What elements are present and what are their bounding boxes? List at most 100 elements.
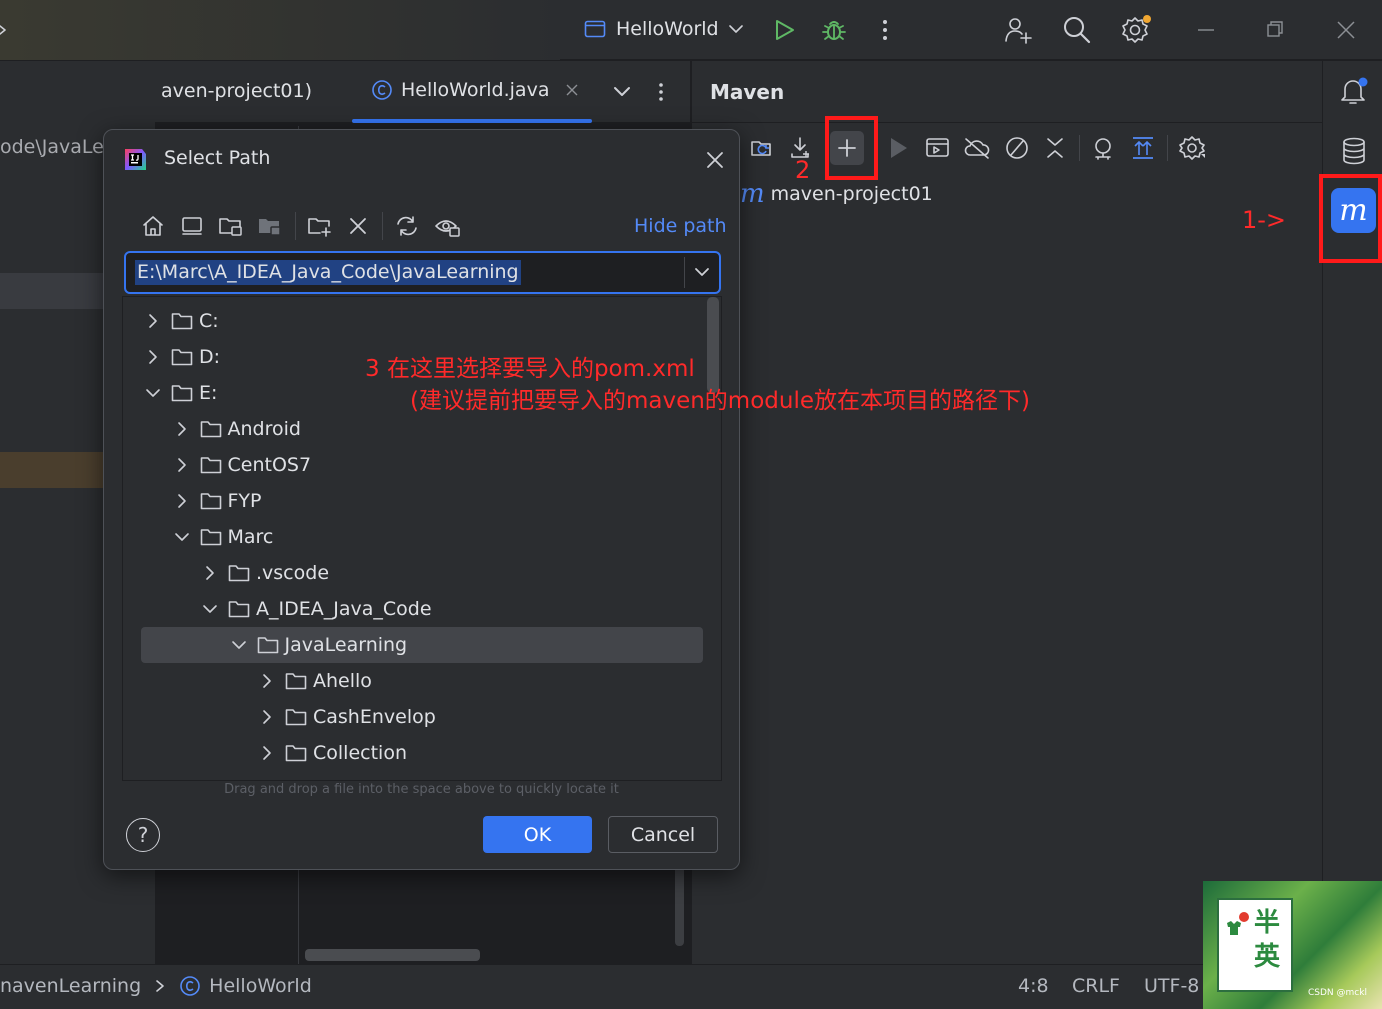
folder-icon [200, 493, 221, 510]
add-user-icon[interactable] [1003, 15, 1033, 45]
show-hidden-icon[interactable] [434, 214, 462, 238]
tree-node[interactable]: Marc [174, 519, 273, 555]
tree-node[interactable]: Ahello [259, 663, 372, 699]
run-icon[interactable] [772, 18, 796, 42]
chevron-right-icon[interactable] [174, 493, 190, 509]
database-icon[interactable] [1340, 136, 1368, 166]
tree-node[interactable]: Collection [259, 735, 407, 771]
home-icon[interactable] [141, 214, 165, 238]
show-dependencies-icon[interactable] [1090, 135, 1116, 161]
tree-node[interactable]: A_IDEA_Java_Code [202, 591, 432, 627]
tree-node[interactable]: JavaLearning [231, 627, 407, 663]
tab-maven-project[interactable]: aven-project01) [161, 80, 312, 102]
more-icon[interactable] [878, 18, 892, 42]
highlighted-row[interactable] [0, 452, 103, 488]
hide-path-link[interactable]: Hide path [634, 215, 727, 237]
tree-node[interactable]: .vscode [202, 555, 329, 591]
tab-helloworld[interactable]: HelloWorld.java [371, 79, 579, 101]
notifications-icon[interactable] [1339, 75, 1369, 107]
maven-title: Maven [710, 80, 785, 104]
settings-icon[interactable] [1179, 134, 1207, 162]
search-icon[interactable] [1062, 15, 1092, 45]
close-icon[interactable] [706, 151, 724, 169]
project-folder-icon[interactable] [218, 214, 244, 238]
chevron-right-icon[interactable] [259, 709, 275, 725]
chevron-right-icon[interactable] [202, 565, 218, 581]
chevron-down-icon[interactable] [174, 529, 190, 545]
chevron-right-icon[interactable] [259, 673, 275, 689]
debug-icon[interactable] [821, 17, 847, 43]
brand-logo: 半 英 [1217, 898, 1293, 992]
breadcrumb-class[interactable]: HelloWorld [179, 975, 312, 997]
folder-icon [171, 313, 193, 330]
tree-node[interactable]: CentOS7 [174, 447, 311, 483]
reload-icon[interactable] [749, 135, 775, 161]
tree-node[interactable]: D: [145, 339, 220, 375]
offline-icon[interactable] [963, 135, 991, 161]
select-path-dialog: Select Path Hide path E:\Marc\A_IDEA_Jav… [103, 129, 740, 870]
run-icon[interactable] [887, 135, 911, 161]
settings-icon[interactable] [1120, 13, 1154, 45]
annotation-step-1: 1-> [1242, 206, 1287, 234]
selected-row[interactable] [0, 273, 103, 309]
maven-project-row[interactable]: m maven-project01 [740, 181, 933, 207]
run-config-label: HelloWorld [616, 18, 719, 40]
chevron-down-icon[interactable] [231, 637, 247, 653]
folder-icon [285, 745, 307, 762]
run-config-icon [584, 20, 606, 38]
module-folder-icon[interactable] [257, 214, 283, 238]
tree-node-label: Ahello [313, 670, 372, 692]
horizontal-scrollbar[interactable] [305, 949, 480, 961]
chevron-right-icon[interactable] [174, 421, 190, 437]
desktop-icon[interactable] [180, 214, 204, 238]
breadcrumb-module[interactable]: navenLearning [0, 975, 141, 997]
chevron-down-icon[interactable] [694, 267, 710, 279]
maven-project-label: maven-project01 [770, 183, 933, 205]
file-encoding[interactable]: UTF-8 [1144, 975, 1199, 997]
chevron-down-icon[interactable] [202, 601, 218, 617]
close-tab-icon[interactable] [565, 83, 579, 97]
chevron-right-icon[interactable] [174, 457, 190, 473]
dialog-title: Select Path [164, 147, 271, 169]
path-input[interactable]: E:\Marc\A_IDEA_Java_Code\JavaLearning [135, 260, 521, 285]
skip-tests-icon[interactable] [1004, 135, 1030, 161]
caret-position[interactable]: 4:8 [1018, 975, 1049, 997]
chevron-right-icon [156, 980, 164, 992]
annotation-step-3-note: (建议提前把要导入的maven的module放在本项目的路径下) [410, 388, 1030, 414]
run-config-selector[interactable]: HelloWorld [584, 18, 743, 40]
tree-node[interactable]: CashEnvelop [259, 699, 436, 735]
brand-text: 半 英 [1253, 908, 1290, 972]
line-ending[interactable]: CRLF [1072, 975, 1120, 997]
expand-icon[interactable] [1130, 135, 1156, 161]
path-combo[interactable]: E:\Marc\A_IDEA_Java_Code\JavaLearning [124, 251, 721, 294]
cancel-button[interactable]: Cancel [608, 816, 718, 853]
chevron-down-icon [728, 25, 743, 33]
help-button[interactable]: ? [126, 818, 160, 852]
minimize-icon[interactable] [1196, 22, 1216, 38]
tree-node[interactable]: FYP [174, 483, 262, 519]
breadcrumb-class-label: HelloWorld [209, 975, 312, 997]
collapse-icon[interactable] [1044, 135, 1066, 161]
drag-drop-hint: Drag and drop a file into the space abov… [224, 782, 619, 797]
delete-icon[interactable] [348, 216, 368, 236]
tree-node[interactable]: Android [174, 411, 301, 447]
execute-goal-icon[interactable] [925, 136, 951, 160]
more-icon[interactable] [655, 81, 667, 103]
refresh-icon[interactable] [394, 214, 420, 238]
chevron-down-icon[interactable] [145, 385, 161, 401]
chevron-down-icon[interactable] [613, 86, 631, 98]
close-icon[interactable] [1336, 20, 1356, 40]
new-folder-icon[interactable] [307, 214, 333, 238]
tree-node-label: D: [199, 346, 221, 368]
tree-node[interactable]: C: [145, 303, 219, 339]
ok-button[interactable]: OK [483, 816, 592, 853]
chevron-right-icon[interactable] [145, 349, 161, 365]
maven-tool-window: Maven m maven-project01 [691, 61, 1323, 964]
chevron-right-icon[interactable] [145, 313, 161, 329]
tree-node[interactable]: E: [145, 375, 217, 411]
tab-label: aven-project01) [161, 80, 313, 102]
tree-scrollbar[interactable] [707, 297, 719, 393]
restore-icon[interactable] [1265, 20, 1285, 40]
java-class-icon [180, 976, 200, 996]
chevron-right-icon[interactable] [259, 745, 275, 761]
